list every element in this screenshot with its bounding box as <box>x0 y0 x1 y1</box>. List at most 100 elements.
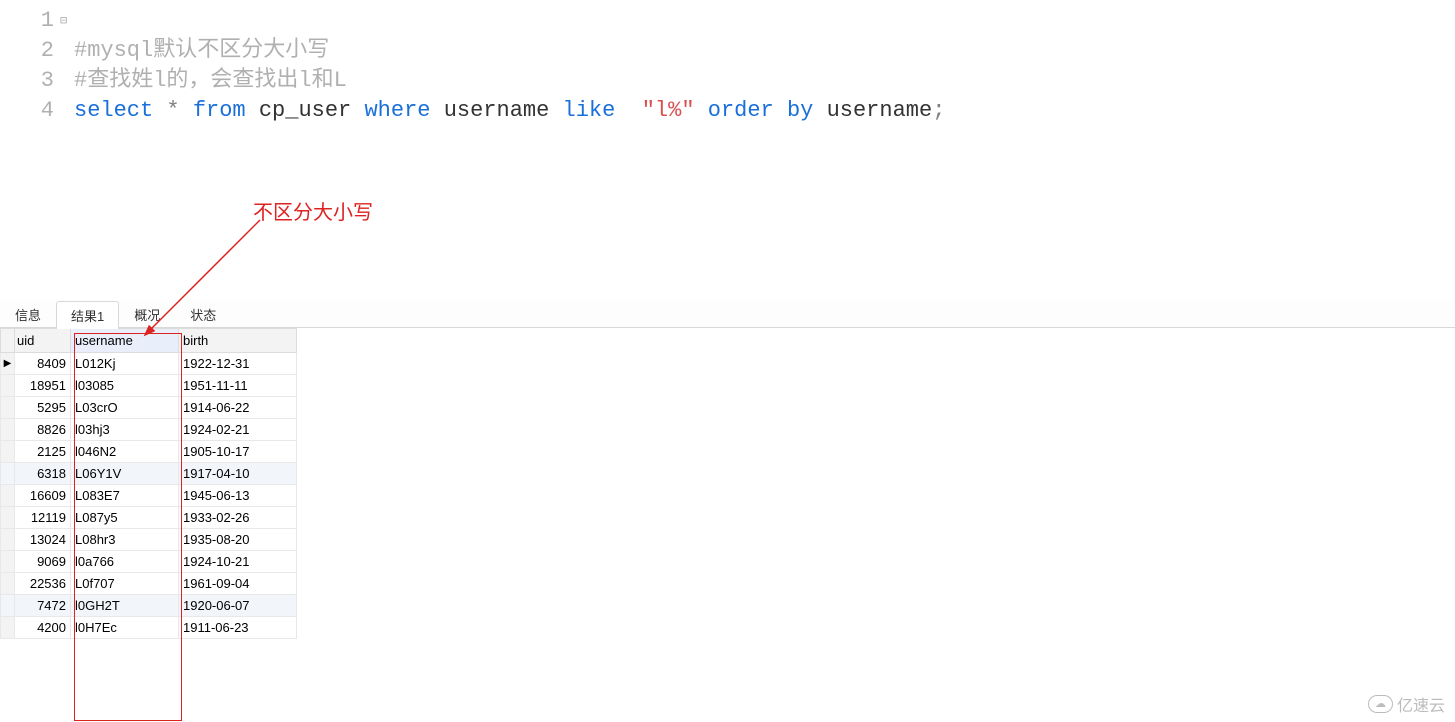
sql-string: "l%" <box>642 98 695 123</box>
cell-birth[interactable]: 1945-06-13 <box>179 485 297 507</box>
table-row[interactable]: ▶8409L012Kj1922-12-31 <box>1 353 297 375</box>
cell-username[interactable]: L087y5 <box>71 507 179 529</box>
code-area[interactable]: #mysql默认不区分大小写 #查找姓l的，会查找出l和L select * f… <box>72 0 945 300</box>
cell-birth[interactable]: 1951-11-11 <box>179 375 297 397</box>
watermark-text: 亿速云 <box>1397 692 1445 716</box>
row-selector[interactable] <box>1 507 15 529</box>
cell-birth[interactable]: 1905-10-17 <box>179 441 297 463</box>
cell-uid[interactable]: 12119 <box>15 507 71 529</box>
cell-uid[interactable]: 18951 <box>15 375 71 397</box>
cell-birth[interactable]: 1961-09-04 <box>179 573 297 595</box>
cell-uid[interactable]: 5295 <box>15 397 71 419</box>
cell-uid[interactable]: 16609 <box>15 485 71 507</box>
column-header-username[interactable]: username <box>71 329 179 353</box>
cell-username[interactable]: L0f707 <box>71 573 179 595</box>
column-header-birth[interactable]: birth <box>179 329 297 353</box>
cell-birth[interactable]: 1914-06-22 <box>179 397 297 419</box>
cell-username[interactable]: L083E7 <box>71 485 179 507</box>
column-header-uid[interactable]: uid <box>15 329 71 353</box>
table-row[interactable]: 16609L083E71945-06-13 <box>1 485 297 507</box>
sql-keyword: where <box>364 98 430 123</box>
cell-birth[interactable]: 1933-02-26 <box>179 507 297 529</box>
cell-birth[interactable]: 1917-04-10 <box>179 463 297 485</box>
cell-birth[interactable]: 1920-06-07 <box>179 595 297 617</box>
cell-uid[interactable]: 2125 <box>15 441 71 463</box>
table-row[interactable]: 13024L08hr31935-08-20 <box>1 529 297 551</box>
tab-状态[interactable]: 状态 <box>175 300 231 328</box>
table-row[interactable]: 22536L0f7071961-09-04 <box>1 573 297 595</box>
cell-username[interactable]: L08hr3 <box>71 529 179 551</box>
sql-column: username <box>444 98 550 123</box>
cell-birth[interactable]: 1924-10-21 <box>179 551 297 573</box>
comment-line: #mysql默认不区分大小写 <box>74 38 329 63</box>
table-row[interactable]: 2125l046N21905-10-17 <box>1 441 297 463</box>
cell-uid[interactable]: 13024 <box>15 529 71 551</box>
cell-uid[interactable]: 4200 <box>15 617 71 639</box>
sql-table: cp_user <box>259 98 351 123</box>
line-gutter: 1 2 3 4 <box>0 0 60 300</box>
cell-username[interactable]: l046N2 <box>71 441 179 463</box>
tab-概况[interactable]: 概况 <box>119 300 175 328</box>
cell-username[interactable]: l03hj3 <box>71 419 179 441</box>
table-row[interactable]: 8826l03hj31924-02-21 <box>1 419 297 441</box>
sql-star: * <box>166 98 179 123</box>
cell-uid[interactable]: 6318 <box>15 463 71 485</box>
results-table[interactable]: uid username birth ▶8409L012Kj1922-12-31… <box>0 328 297 639</box>
table-row[interactable]: 4200l0H7Ec1911-06-23 <box>1 617 297 639</box>
row-selector[interactable] <box>1 551 15 573</box>
annotation-label: 不区分大小写 <box>253 196 373 225</box>
cell-birth[interactable]: 1922-12-31 <box>179 353 297 375</box>
cell-birth[interactable]: 1911-06-23 <box>179 617 297 639</box>
row-selector[interactable] <box>1 441 15 463</box>
row-selector[interactable] <box>1 419 15 441</box>
line-number: 3 <box>0 66 60 96</box>
cell-birth[interactable]: 1935-08-20 <box>179 529 297 551</box>
cell-username[interactable]: L06Y1V <box>71 463 179 485</box>
cell-username[interactable]: l0H7Ec <box>71 617 179 639</box>
cell-uid[interactable]: 8826 <box>15 419 71 441</box>
row-selector[interactable] <box>1 397 15 419</box>
table-row[interactable]: 12119L087y51933-02-26 <box>1 507 297 529</box>
cell-username[interactable]: L012Kj <box>71 353 179 375</box>
table-row[interactable]: 5295L03crO1914-06-22 <box>1 397 297 419</box>
row-selector[interactable] <box>1 463 15 485</box>
cell-uid[interactable]: 7472 <box>15 595 71 617</box>
tab-结果1[interactable]: 结果1 <box>56 301 119 329</box>
row-selector-header <box>1 329 15 353</box>
line-number: 4 <box>0 96 60 126</box>
row-selector[interactable] <box>1 375 15 397</box>
cell-birth[interactable]: 1924-02-21 <box>179 419 297 441</box>
row-selector[interactable] <box>1 529 15 551</box>
cell-uid[interactable]: 8409 <box>15 353 71 375</box>
cell-uid[interactable]: 9069 <box>15 551 71 573</box>
cell-username[interactable]: l0GH2T <box>71 595 179 617</box>
fold-icon[interactable]: ⊟ <box>60 6 72 36</box>
table-row[interactable]: 7472l0GH2T1920-06-07 <box>1 595 297 617</box>
sql-semicolon: ; <box>932 98 945 123</box>
cell-uid[interactable]: 22536 <box>15 573 71 595</box>
tab-信息[interactable]: 信息 <box>0 300 56 328</box>
row-selector[interactable] <box>1 595 15 617</box>
sql-column: username <box>827 98 933 123</box>
table-row[interactable]: 18951l030851951-11-11 <box>1 375 297 397</box>
table-row[interactable]: 6318L06Y1V1917-04-10 <box>1 463 297 485</box>
comment-line: #查找姓l的，会查找出l和L <box>74 68 347 93</box>
sql-keyword: like <box>563 98 616 123</box>
row-selector[interactable] <box>1 485 15 507</box>
watermark: ☁ 亿速云 <box>1368 692 1445 716</box>
sql-keyword: select <box>74 98 153 123</box>
cell-username[interactable]: l03085 <box>71 375 179 397</box>
row-selector[interactable] <box>1 573 15 595</box>
cell-username[interactable]: l0a766 <box>71 551 179 573</box>
sql-keyword: order by <box>708 98 814 123</box>
row-selector[interactable]: ▶ <box>1 353 15 375</box>
sql-editor[interactable]: 1 2 3 4 ⊟ #mysql默认不区分大小写 #查找姓l的，会查找出l和L … <box>0 0 1455 300</box>
line-number: 1 <box>0 6 60 36</box>
fold-column: ⊟ <box>60 0 72 300</box>
cloud-icon: ☁ <box>1368 695 1393 713</box>
result-tabs: 信息结果1概况状态 <box>0 300 1455 328</box>
table-row[interactable]: 9069l0a7661924-10-21 <box>1 551 297 573</box>
cell-username[interactable]: L03crO <box>71 397 179 419</box>
row-selector[interactable] <box>1 617 15 639</box>
line-number: 2 <box>0 36 60 66</box>
